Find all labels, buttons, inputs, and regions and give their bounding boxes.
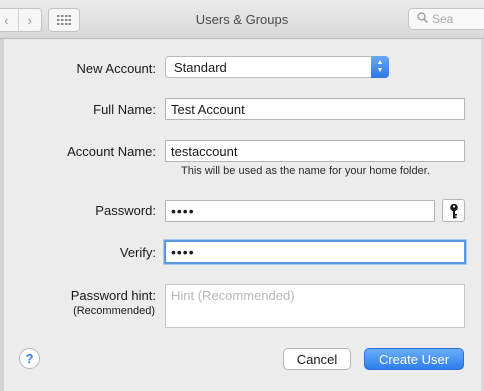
cancel-button[interactable]: Cancel [283,348,351,370]
verify-label: Verify: [119,245,156,260]
password-hint-field[interactable]: Hint (Recommended) [165,284,465,328]
verify-field[interactable]: •••• [164,240,466,264]
popup-arrows-icon: ▲ ▼ [371,56,389,78]
account-name-field[interactable]: testaccount [165,140,465,162]
help-icon[interactable]: ? [19,348,40,369]
password-label: Password: [95,203,156,218]
full-name-field[interactable]: Test Account [165,98,465,120]
title-bar: ‹ › Users & Groups Sea [0,0,484,39]
account-name-hint: This will be used as the name for your h… [181,165,430,177]
search-field[interactable]: Sea [408,8,484,30]
full-name-label: Full Name: [93,102,156,117]
password-field[interactable]: •••• [165,200,435,222]
password-hint-sublabel: (Recommended) [73,305,155,317]
new-account-label: New Account: [76,61,157,76]
search-icon [417,12,429,26]
password-hint-label: Password hint: [70,288,156,303]
create-user-button[interactable]: Create User [364,348,464,370]
account-type-popup[interactable]: Standard ▲ ▼ [165,56,389,78]
left-edge [0,39,4,391]
search-placeholder: Sea [432,12,454,26]
key-icon[interactable] [442,199,465,222]
account-type-value: Standard [174,60,227,75]
account-name-label: Account Name: [67,144,156,159]
